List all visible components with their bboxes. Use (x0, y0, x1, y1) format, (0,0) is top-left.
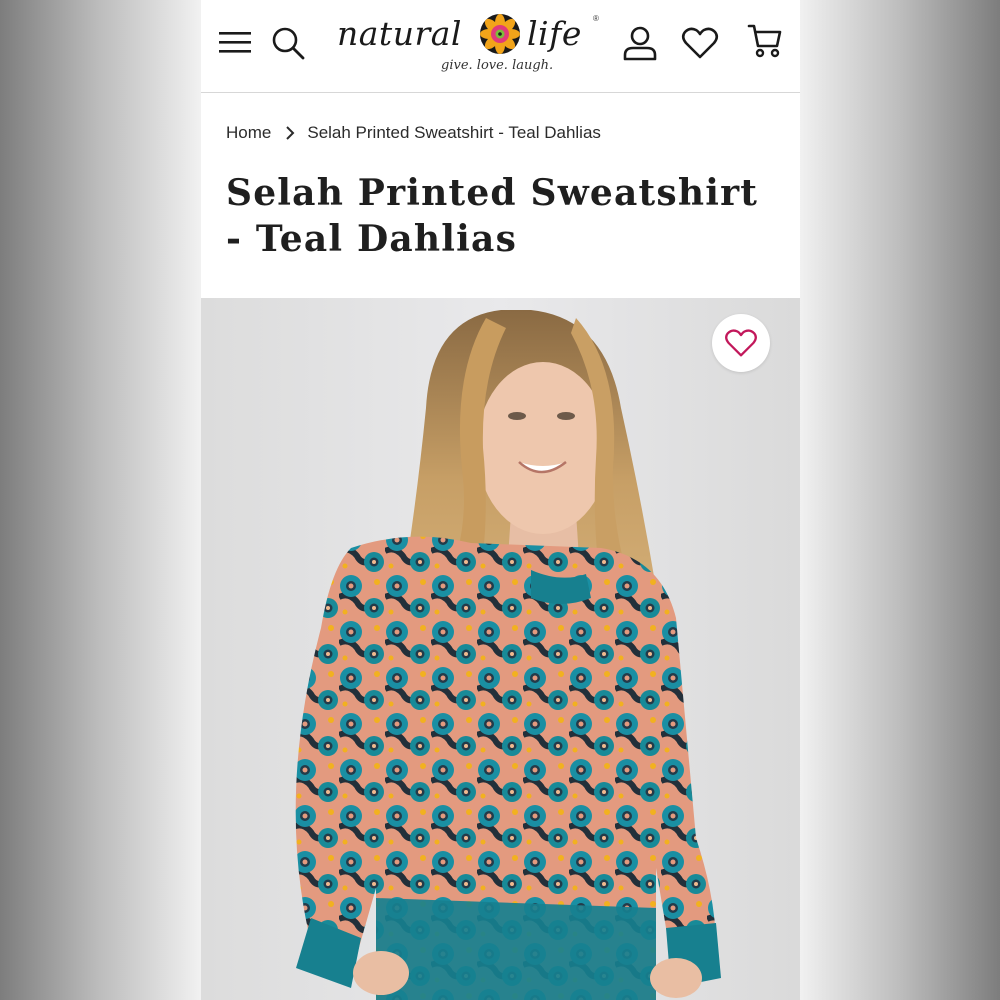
heart-icon[interactable] (681, 26, 719, 60)
natural-life-logo[interactable]: natural life ® give. love. laugh. (331, 6, 601, 82)
product-title: Selah Printed Sweatshirt - Teal Dahlias (226, 172, 759, 260)
add-to-wishlist-button[interactable] (712, 314, 770, 372)
heart-outline-icon (725, 329, 757, 357)
breadcrumb: Home Selah Printed Sweatshirt - Teal Dah… (226, 122, 601, 144)
logo-word-natural: natural (337, 14, 462, 53)
flower-logo-icon (480, 14, 520, 54)
logo-tagline: give. love. laugh. (441, 58, 554, 73)
search-icon[interactable] (271, 26, 305, 60)
registered-mark: ® (593, 14, 599, 23)
logo-word-life: life (527, 14, 582, 53)
product-image[interactable] (201, 298, 800, 1000)
chevron-right-icon (286, 126, 295, 140)
hamburger-menu-icon[interactable] (219, 28, 251, 56)
user-account-icon[interactable] (621, 24, 659, 62)
breadcrumb-home-link[interactable]: Home (226, 123, 271, 143)
site-header: natural life ® give. love. laugh. (201, 0, 800, 93)
breadcrumb-current: Selah Printed Sweatshirt - Teal Dahlias (307, 123, 601, 142)
shopping-cart-icon[interactable] (747, 22, 783, 60)
mobile-page: natural life ® give. love. laugh. Home S… (201, 0, 800, 1000)
